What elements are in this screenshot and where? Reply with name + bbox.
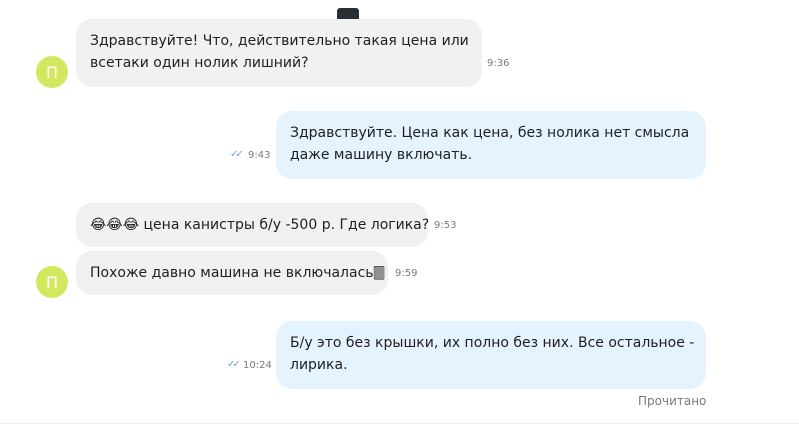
message-text: Здравствуйте! Что, действительно такая ц… bbox=[90, 33, 469, 49]
message-text: всетаки один нолик лишний? bbox=[90, 55, 309, 71]
avatar[interactable]: П bbox=[36, 56, 68, 88]
message-text: Похоже давно машина не включалась🀫 bbox=[90, 265, 385, 281]
avatar-letter: П bbox=[45, 62, 59, 82]
read-status: Прочитано bbox=[638, 394, 707, 408]
message-time: 9:36 bbox=[487, 58, 510, 69]
message-bubble-outgoing[interactable]: Здравствуйте. Цена как цена, без нолика … bbox=[276, 111, 706, 179]
double-check-icon: ✓✓ bbox=[230, 149, 244, 160]
double-check-icon: ✓✓ bbox=[227, 359, 241, 370]
avatar-letter: П bbox=[45, 272, 59, 292]
message-bubble-outgoing[interactable]: Б/у это без крышки, их полно без них. Вс… bbox=[276, 321, 706, 389]
message-time: 9:53 bbox=[434, 220, 457, 231]
message-bubble-incoming[interactable]: Похоже давно машина не включалась🀫 bbox=[76, 251, 388, 295]
message-text: Б/у это без крышки, их полно без них. Вс… bbox=[290, 335, 695, 351]
message-bubble-incoming[interactable]: 😂😂😂 цена канистры б/у -500 р. Где логика… bbox=[76, 203, 430, 247]
message-text: 😂😂😂 цена канистры б/у -500 р. Где логика… bbox=[90, 217, 430, 233]
divider bbox=[0, 423, 799, 424]
message-time: 10:24 bbox=[243, 360, 272, 371]
message-text: Здравствуйте. Цена как цена, без нолика … bbox=[290, 125, 690, 141]
message-text: даже машину включать. bbox=[290, 147, 473, 163]
avatar[interactable]: П bbox=[36, 266, 68, 298]
message-bubble-incoming[interactable]: Здравствуйте! Что, действительно такая ц… bbox=[76, 19, 482, 87]
message-text: лирика. bbox=[290, 357, 348, 373]
message-time: 9:43 bbox=[248, 150, 271, 161]
message-time: 9:59 bbox=[395, 268, 418, 279]
